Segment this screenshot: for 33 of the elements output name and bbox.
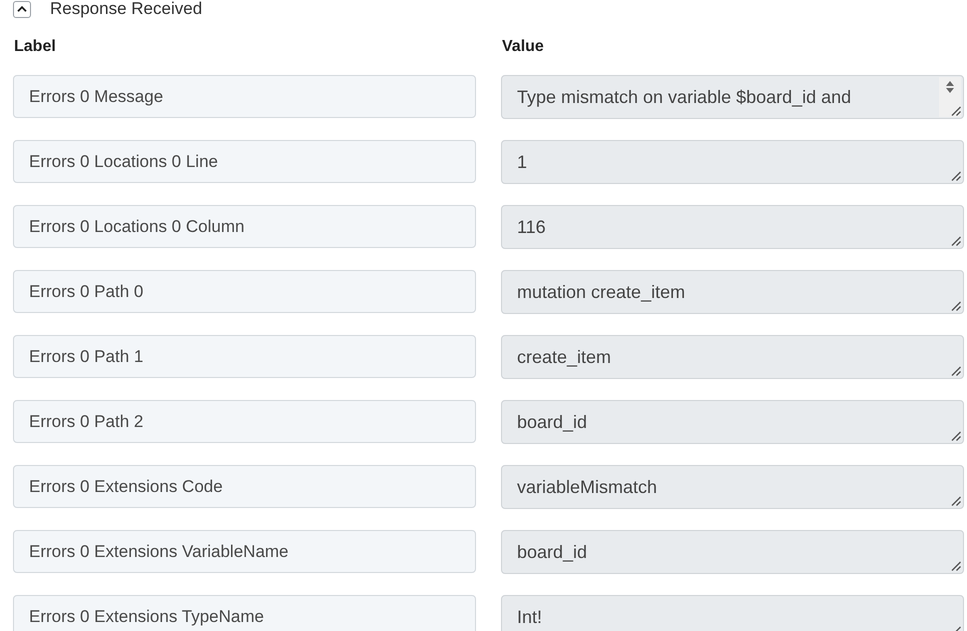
label-field[interactable]: Errors 0 Locations 0 Column bbox=[13, 205, 476, 248]
resize-grip-icon[interactable] bbox=[951, 236, 961, 246]
resize-grip-icon[interactable] bbox=[951, 301, 961, 311]
column-heading: Label bbox=[14, 37, 56, 56]
value-field[interactable]: variableMismatch bbox=[501, 465, 964, 509]
label-field[interactable]: Errors 0 Extensions Code bbox=[13, 465, 476, 508]
value-field[interactable]: board_id bbox=[501, 400, 964, 444]
value-field[interactable]: create_item bbox=[501, 335, 964, 379]
collapse-button[interactable] bbox=[13, 0, 31, 18]
resize-grip-icon[interactable] bbox=[951, 366, 961, 376]
label-field[interactable]: Errors 0 Locations 0 Line bbox=[13, 140, 476, 183]
label-field[interactable]: Errors 0 Path 2 bbox=[13, 400, 476, 443]
resize-grip-icon[interactable] bbox=[951, 106, 961, 116]
value-field[interactable]: 116 bbox=[501, 205, 964, 249]
label-field[interactable]: Errors 0 Extensions VariableName bbox=[13, 530, 476, 573]
resize-grip-icon[interactable] bbox=[951, 171, 961, 181]
value-field[interactable]: 1 bbox=[501, 140, 964, 184]
label-field[interactable]: Errors 0 Path 1 bbox=[13, 335, 476, 378]
chevron-up-icon bbox=[17, 6, 27, 12]
resize-grip-icon[interactable] bbox=[951, 561, 961, 571]
value-field[interactable]: board_id bbox=[501, 530, 964, 574]
label-field[interactable]: Errors 0 Extensions TypeName bbox=[13, 595, 476, 631]
value-field[interactable]: mutation create_item bbox=[501, 270, 964, 314]
value-field[interactable]: Int! bbox=[501, 595, 964, 631]
scroll-arrows-icon[interactable] bbox=[946, 81, 954, 93]
scrollbar[interactable] bbox=[939, 77, 961, 117]
resize-grip-icon[interactable] bbox=[951, 431, 961, 441]
label-field[interactable]: Errors 0 Message bbox=[13, 75, 476, 118]
column-heading: Value bbox=[502, 37, 544, 56]
value-field[interactable]: Type mismatch on variable $board_id and bbox=[501, 75, 964, 119]
resize-grip-icon[interactable] bbox=[951, 496, 961, 506]
section-title: Response Received bbox=[50, 0, 202, 18]
label-field[interactable]: Errors 0 Path 0 bbox=[13, 270, 476, 313]
